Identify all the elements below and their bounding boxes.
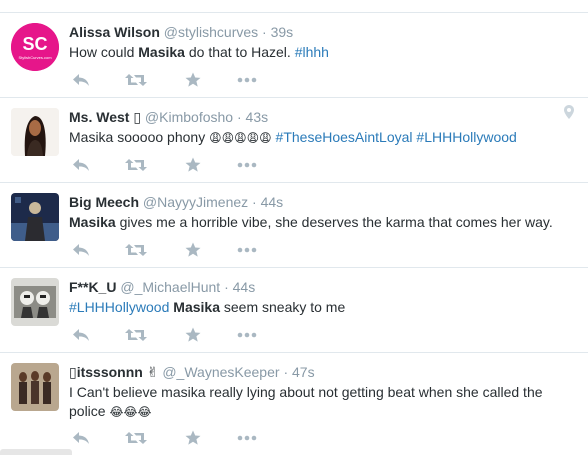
tweet-text-run: do that to Hazel. bbox=[184, 44, 295, 60]
star-icon bbox=[185, 157, 201, 172]
more-icon bbox=[237, 247, 257, 253]
tweet-timestamp[interactable]: 44s bbox=[261, 194, 284, 210]
retweet-icon bbox=[125, 329, 147, 341]
favorite-button[interactable] bbox=[181, 325, 205, 345]
avatar[interactable] bbox=[11, 278, 59, 326]
retweet-icon bbox=[125, 432, 147, 444]
tweet-header: Alissa Wilson @stylishcurves · 39s bbox=[69, 24, 294, 40]
retweet-button[interactable] bbox=[124, 325, 148, 345]
user-name[interactable]: Alissa Wilson bbox=[69, 24, 160, 40]
tweet[interactable]: ▯itsssonnn ✌ @_WaynesKeeper · 47s I Can'… bbox=[0, 353, 588, 455]
star-icon bbox=[185, 72, 201, 87]
tweet-text: #LHHHollywood Masika seem sneaky to me bbox=[69, 298, 568, 317]
reply-icon bbox=[73, 329, 89, 341]
reply-button[interactable] bbox=[69, 240, 93, 260]
reply-button[interactable] bbox=[69, 70, 93, 90]
tweet[interactable]: Ms. West ▯ @Kimbofosho · 43s Masika sooo… bbox=[0, 98, 588, 183]
user-name[interactable]: F**K_U bbox=[69, 279, 116, 295]
avatar[interactable]: SC StylishCurves.com bbox=[11, 23, 59, 71]
avatar[interactable] bbox=[11, 193, 59, 241]
reply-button[interactable] bbox=[69, 155, 93, 175]
timeline-top-divider bbox=[0, 0, 588, 13]
hashtag-link[interactable]: #LHHHollywood bbox=[69, 299, 169, 315]
favorite-button[interactable] bbox=[181, 70, 205, 90]
hashtag-link[interactable]: #LHHHollywood bbox=[416, 129, 516, 145]
user-handle[interactable]: @Kimbofosho bbox=[145, 109, 233, 125]
user-handle[interactable]: @NayyyJimenez bbox=[143, 194, 248, 210]
reply-icon bbox=[73, 159, 89, 171]
tweet-header: ▯itsssonnn ✌ @_WaynesKeeper · 47s bbox=[69, 364, 315, 380]
retweet-icon bbox=[125, 244, 147, 256]
tweet-text-run: seem sneaky to me bbox=[219, 299, 346, 315]
reply-icon bbox=[73, 244, 89, 256]
avatar-logo-subtext: StylishCurves.com bbox=[18, 55, 52, 60]
retweet-button[interactable] bbox=[124, 428, 148, 448]
reply-icon bbox=[73, 432, 89, 444]
tweet-text-run: How could bbox=[69, 44, 139, 60]
favorite-button[interactable] bbox=[181, 428, 205, 448]
user-name[interactable]: ▯itsssonnn ✌ bbox=[69, 364, 158, 380]
tweet-header: Big Meech @NayyyJimenez · 44s bbox=[69, 194, 284, 210]
more-icon bbox=[237, 77, 257, 83]
tweet-timestamp[interactable]: 39s bbox=[271, 24, 294, 40]
location-pin-icon[interactable] bbox=[564, 105, 574, 124]
star-icon bbox=[185, 242, 201, 257]
tweet-header: F**K_U @_MichaelHunt · 44s bbox=[69, 279, 256, 295]
retweet-button[interactable] bbox=[124, 155, 148, 175]
tweet[interactable]: Big Meech @NayyyJimenez · 44s Masika giv… bbox=[0, 183, 588, 268]
emoji-group: 😂😂😂 bbox=[109, 405, 152, 419]
more-icon bbox=[237, 435, 257, 441]
more-button[interactable] bbox=[235, 70, 259, 90]
tweet-text: Masika gives me a horrible vibe, she des… bbox=[69, 213, 568, 232]
star-icon bbox=[185, 327, 201, 342]
user-name[interactable]: Ms. West ▯ bbox=[69, 109, 141, 125]
more-button[interactable] bbox=[235, 325, 259, 345]
user-handle[interactable]: @_WaynesKeeper bbox=[162, 364, 279, 380]
tweet-header: Ms. West ▯ @Kimbofosho · 43s bbox=[69, 109, 269, 125]
highlighted-keyword: Masika bbox=[173, 299, 220, 315]
favorite-button[interactable] bbox=[181, 240, 205, 260]
tweet-text: I Can't believe masika really lying abou… bbox=[69, 383, 558, 422]
reply-button[interactable] bbox=[69, 325, 93, 345]
highlighted-keyword: Masika bbox=[69, 214, 116, 230]
highlighted-keyword: Masika bbox=[138, 44, 185, 60]
avatar[interactable] bbox=[11, 108, 59, 156]
tweet-text: How could Masika do that to Hazel. #lhhh bbox=[69, 43, 568, 62]
tweet-text-run: gives me a horrible vibe, she deserves t… bbox=[115, 214, 553, 230]
tweet-text-run: Masika sooooo phony bbox=[69, 129, 210, 145]
favorite-button[interactable] bbox=[181, 155, 205, 175]
tweet[interactable]: SC StylishCurves.com Alissa Wilson @styl… bbox=[0, 13, 588, 98]
hashtag-link[interactable]: #TheseHoesAintLoyal bbox=[276, 129, 413, 145]
star-icon bbox=[185, 430, 201, 445]
retweet-button[interactable] bbox=[124, 240, 148, 260]
tweet-timestamp[interactable]: 43s bbox=[246, 109, 269, 125]
more-icon bbox=[237, 332, 257, 338]
horizontal-scrollbar[interactable] bbox=[0, 449, 72, 455]
avatar-logo-text: SC bbox=[22, 34, 47, 54]
retweet-icon bbox=[125, 159, 147, 171]
retweet-icon bbox=[125, 74, 147, 86]
more-icon bbox=[237, 162, 257, 168]
tweet-timestamp[interactable]: 44s bbox=[233, 279, 256, 295]
tweet[interactable]: F**K_U @_MichaelHunt · 44s #LHHHollywood… bbox=[0, 268, 588, 353]
reply-button[interactable] bbox=[69, 428, 93, 448]
user-handle[interactable]: @_MichaelHunt bbox=[120, 279, 220, 295]
more-button[interactable] bbox=[235, 428, 259, 448]
tweet-timestamp[interactable]: 47s bbox=[292, 364, 315, 380]
avatar[interactable] bbox=[11, 363, 59, 411]
emoji-group: 😩😩😩😩😩 bbox=[209, 131, 272, 145]
user-handle[interactable]: @stylishcurves bbox=[164, 24, 258, 40]
more-button[interactable] bbox=[235, 155, 259, 175]
hashtag-link[interactable]: #lhhh bbox=[295, 44, 329, 60]
more-button[interactable] bbox=[235, 240, 259, 260]
reply-icon bbox=[73, 74, 89, 86]
retweet-button[interactable] bbox=[124, 70, 148, 90]
user-name[interactable]: Big Meech bbox=[69, 194, 139, 210]
tweet-text: Masika sooooo phony 😩😩😩😩😩 #TheseHoesAint… bbox=[69, 128, 568, 148]
